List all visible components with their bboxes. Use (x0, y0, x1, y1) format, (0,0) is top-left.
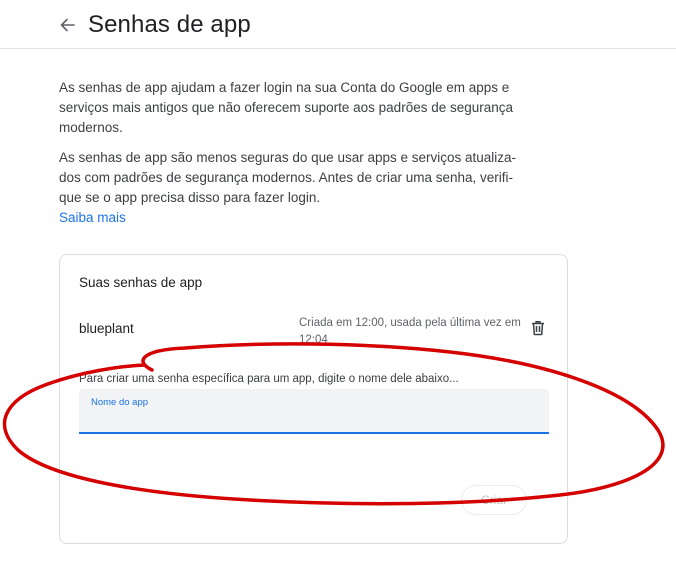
intro-paragraph-2: As senhas de app são menos seguras do qu… (59, 148, 529, 228)
app-name-input[interactable] (91, 409, 531, 427)
trash-icon (532, 321, 544, 336)
intro-paragraph-1: As senhas de app ajudam a fazer login na… (59, 80, 514, 135)
arrow-back-icon (60, 18, 75, 32)
learn-more-link[interactable]: Saiba mais (59, 208, 529, 228)
app-password-name: blueplant (79, 321, 134, 336)
app-name-label: Nome do app (91, 397, 149, 408)
app-passwords-card: Suas senhas de app blueplant Criada em 1… (59, 254, 568, 544)
create-password-hint: Para criar uma senha específica para um … (79, 373, 459, 385)
app-name-field[interactable]: Nome do app (79, 389, 549, 434)
create-button[interactable]: Criar (461, 485, 527, 515)
page-header: Senhas de app (0, 0, 676, 49)
intro-paragraph-2-line: dos com padrões de segurança modernos. A… (59, 170, 513, 185)
intro-paragraph-2-line: As senhas de app são menos seguras do qu… (59, 150, 517, 165)
page-title: Senhas de app (88, 11, 251, 38)
delete-password-button[interactable] (528, 317, 548, 339)
back-button[interactable] (56, 14, 78, 36)
card-title: Suas senhas de app (79, 275, 203, 290)
intro-paragraph-2-line: que se o app precisa disso para fazer lo… (59, 190, 321, 205)
app-password-meta: Criada em 12:00, usada pela última vez e… (299, 317, 521, 346)
